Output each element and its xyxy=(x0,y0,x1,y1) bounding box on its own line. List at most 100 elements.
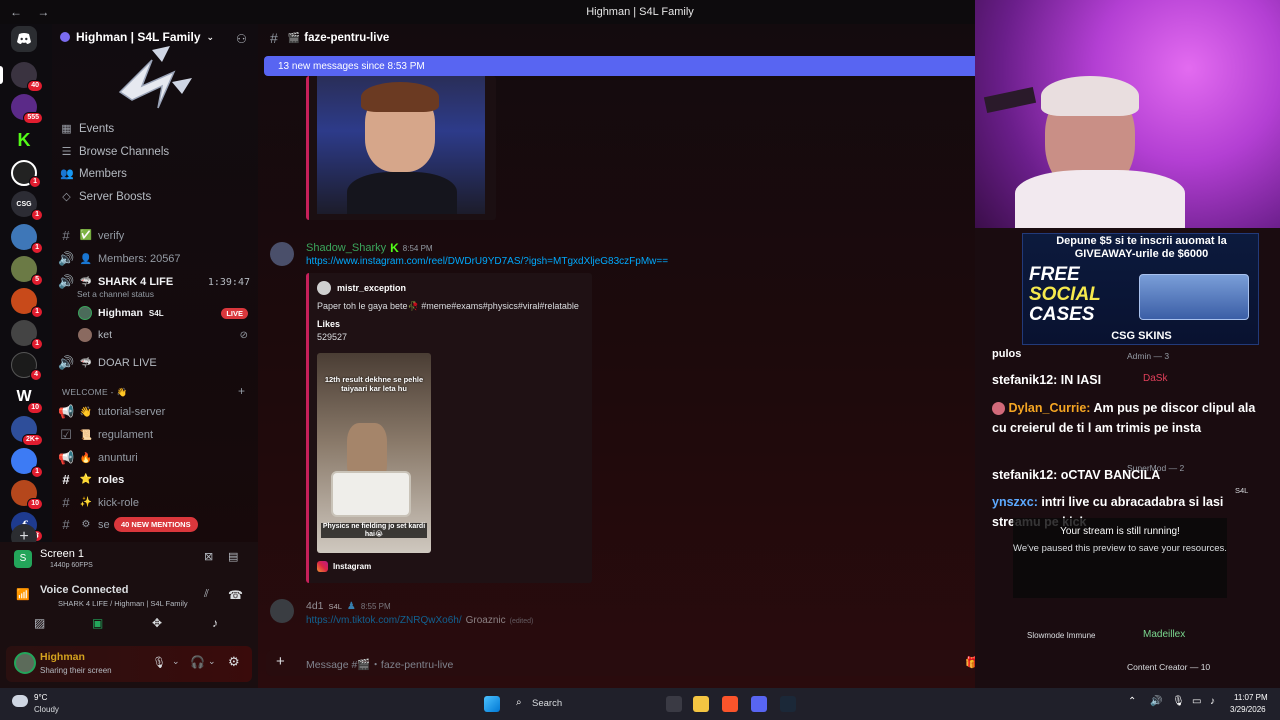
server-icon[interactable]: 555 xyxy=(11,94,43,124)
add-channel-icon[interactable]: + xyxy=(238,384,245,398)
gear-icon[interactable]: ⚙ xyxy=(228,654,240,670)
share-settings-icon[interactable]: ▤ xyxy=(228,550,238,563)
member-madeillex[interactable]: Madeillex xyxy=(1143,629,1185,640)
voice-status[interactable]: Voice Connected xyxy=(40,584,128,596)
discord-taskbar-icon[interactable] xyxy=(751,696,767,712)
nav-server-boosts[interactable]: ◇ Server Boosts xyxy=(60,190,151,204)
server-icon[interactable]: 1 xyxy=(11,288,43,318)
taskbar-search[interactable]: Search xyxy=(532,698,562,709)
category-welcome[interactable]: WELCOME - 👋 xyxy=(62,387,127,398)
discord-home-icon[interactable] xyxy=(11,26,37,52)
nav-members[interactable]: 👥 Members xyxy=(60,167,127,181)
avatar[interactable] xyxy=(270,599,294,623)
embed-author[interactable]: mistr_exception xyxy=(317,281,406,295)
invite-icon[interactable]: ⚇ xyxy=(236,32,247,46)
screen-share-card[interactable]: S Screen 1 1440p 60FPS ⊠ ▤ xyxy=(8,546,248,572)
avatar[interactable] xyxy=(14,652,36,674)
clock-date[interactable]: 3/29/2026 xyxy=(1230,705,1266,714)
account-bar: Highman Sharing their screen 🎙 ⌄ 🎧 ⌄ ⚙ xyxy=(6,646,252,682)
browser-icon[interactable] xyxy=(780,696,796,712)
server-icon[interactable]: 5 xyxy=(11,256,43,286)
stop-share-icon[interactable]: ⊠ xyxy=(204,550,213,563)
weather-icon xyxy=(12,695,28,707)
attach-plus-icon[interactable]: + xyxy=(276,653,285,670)
speaker-tray-icon[interactable]: ♪ xyxy=(1210,696,1215,707)
voice-user-highman[interactable]: Highman S4L LIVE xyxy=(78,306,248,320)
server-icon[interactable]: 40 xyxy=(11,62,43,92)
sponsor-ad[interactable]: Depune $5 si te inscrii auomat la GIVEAW… xyxy=(1022,233,1259,345)
server-icon[interactable]: W 10 xyxy=(11,384,43,414)
server-icon[interactable]: 1 xyxy=(11,320,43,350)
new-mentions-pill[interactable]: 40 NEW MENTIONS xyxy=(114,517,198,532)
chevron-down-icon: ⌄ xyxy=(206,31,215,42)
task-view-icon[interactable] xyxy=(666,696,682,712)
channel-tutorial-server[interactable]: 📢 👋 tutorial-server xyxy=(58,404,250,420)
clock-time[interactable]: 11:07 PM xyxy=(1234,693,1268,702)
user-panel: S Screen 1 1440p 60FPS ⊠ ▤ 📶 Voice Conne… xyxy=(0,542,258,688)
hash-icon: # xyxy=(62,495,70,510)
voice-user-ket[interactable]: ket ⊘ xyxy=(78,328,248,342)
message-link[interactable]: https://vm.tiktok.com/ZNRQwXo6h/ xyxy=(306,615,462,626)
noise-suppression-icon[interactable]: ⫽ xyxy=(204,588,209,601)
server-icon[interactable]: 10 xyxy=(11,480,43,510)
server-icon[interactable]: 2K+ xyxy=(11,416,43,446)
volume-icon[interactable]: 🔊 xyxy=(1150,696,1162,707)
server-icon[interactable]: 1 xyxy=(11,160,41,188)
new-messages-bar[interactable]: 13 new messages since 8:53 PM xyxy=(264,56,975,76)
channel-kick-role[interactable]: # ✨ kick-role xyxy=(58,495,250,510)
message-author[interactable]: Shadow_Sharky xyxy=(306,242,386,254)
shark-emoji-icon: 🦈 xyxy=(79,357,93,369)
kick-server-icon[interactable]: K xyxy=(11,127,37,153)
screen-share-toggle-icon[interactable]: ▣ xyxy=(92,616,103,630)
person-emoji-icon: 👤 xyxy=(79,253,93,265)
brave-icon[interactable] xyxy=(722,696,738,712)
streamer-thumbnail[interactable] xyxy=(317,76,485,214)
message-input[interactable]: Message #🎬・faze-pentru-live xyxy=(306,657,453,672)
channel-status[interactable]: Set a channel status xyxy=(77,289,154,299)
chevron-down-icon[interactable]: ⌄ xyxy=(208,656,216,667)
disconnect-icon[interactable]: ☎ xyxy=(228,588,243,602)
member-creator-header: Content Creator — 10 xyxy=(1127,662,1211,672)
mic-tray-icon[interactable]: 🎙 xyxy=(1172,696,1185,707)
headphones-icon[interactable]: 🎧 xyxy=(190,655,205,669)
windows-start-icon[interactable] xyxy=(484,696,500,712)
shark-emoji-icon: 🦈 xyxy=(79,276,93,288)
nav-events[interactable]: ▦ Events xyxy=(60,122,114,136)
server-icon[interactable]: CSG 1 xyxy=(11,191,43,221)
channel-verify[interactable]: # ✅ verify xyxy=(58,228,250,243)
message-link[interactable]: https://www.instagram.com/reel/DWDrU9YD7… xyxy=(306,256,668,267)
mic-icon[interactable]: 🎙 xyxy=(152,656,166,669)
weather-temp[interactable]: 9°C xyxy=(34,693,47,702)
soundboard-icon[interactable]: ♪ xyxy=(212,616,218,630)
instagram-embed: mistr_exception Paper toh le gaya bete🥀 … xyxy=(306,273,592,583)
voice-location[interactable]: SHARK 4 LIFE / Highman | S4L Family xyxy=(58,599,188,608)
history-nav[interactable]: ← → xyxy=(10,5,55,19)
reel-thumbnail[interactable]: 12th result dekhne se pehle taiyaari kar… xyxy=(317,353,431,553)
screen-quality: 1440p 60FPS xyxy=(50,562,93,569)
channel-regulament[interactable]: ☑ 📜 regulament xyxy=(58,427,250,443)
webcam-feed[interactable] xyxy=(975,0,1280,228)
speaker-icon: 🔊 xyxy=(58,274,75,289)
channel-anunturi[interactable]: 📢 🔥 anunturi xyxy=(58,450,250,466)
voice-channel-shark[interactable]: 🔊 🦈 SHARK 4 LIFE 1:39:47 xyxy=(58,274,250,290)
weather-text[interactable]: Cloudy xyxy=(34,705,59,714)
tray-chevron-icon[interactable]: ⌃ xyxy=(1128,696,1136,707)
camera-off-icon[interactable]: ▨ xyxy=(34,616,45,630)
file-explorer-icon[interactable] xyxy=(693,696,709,712)
message-author[interactable]: 4d1 xyxy=(306,600,324,612)
server-icon[interactable]: 4 xyxy=(11,352,42,381)
server-icon[interactable]: 1 xyxy=(11,224,43,254)
server-icon[interactable]: 1 xyxy=(11,448,43,478)
stream-paused-notice[interactable]: Your stream is still running! We've paus… xyxy=(1013,518,1227,598)
channel-members-count[interactable]: 🔊 👤 Members: 20567 xyxy=(58,251,250,267)
activities-icon[interactable]: ✥ xyxy=(152,616,162,630)
avatar[interactable] xyxy=(270,242,294,266)
network-icon[interactable]: ▭ xyxy=(1192,696,1201,707)
voice-channel-doar-live[interactable]: 🔊 🦈 DOAR LIVE xyxy=(58,355,250,371)
channel-roles[interactable]: # ⭐ roles xyxy=(58,472,250,487)
nav-browse-channels[interactable]: ☰ Browse Channels xyxy=(60,145,170,159)
thumbnail-caption-top: 12th result dekhne se pehle taiyaari kar… xyxy=(324,375,424,393)
chevron-down-icon[interactable]: ⌄ xyxy=(172,656,180,667)
search-icon[interactable]: ⌕ xyxy=(516,697,522,708)
voice-timer: 1:39:47 xyxy=(207,276,250,288)
